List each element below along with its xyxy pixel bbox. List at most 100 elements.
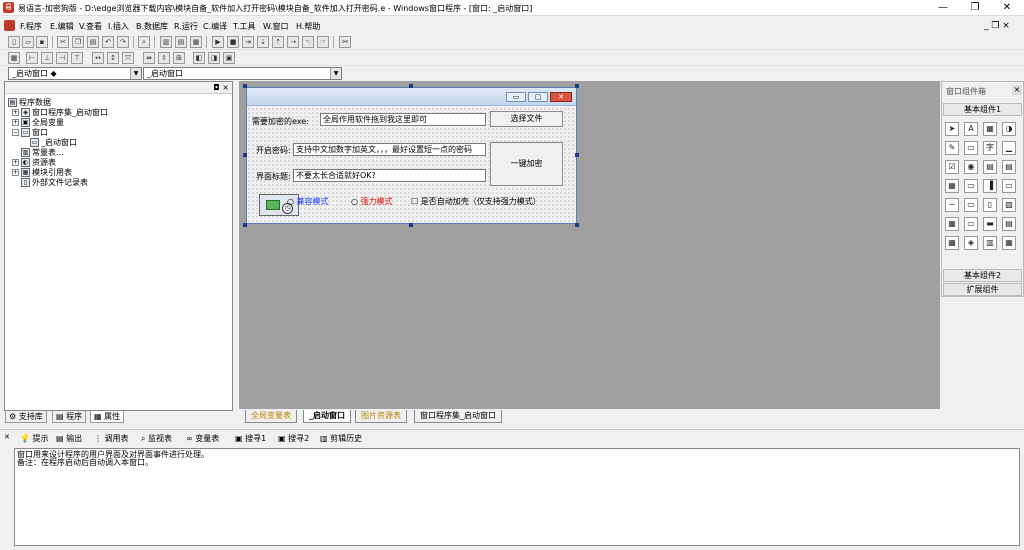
run-to-icon[interactable]: ⇢ <box>287 36 299 48</box>
toolbox-component-icon[interactable]: ▯ <box>983 198 997 212</box>
toolbox-component-icon[interactable]: ▭ <box>964 217 978 231</box>
resize-handle[interactable] <box>243 84 247 88</box>
toolbox-component-icon[interactable]: ▐ <box>983 179 997 193</box>
paste-icon[interactable]: ▤ <box>87 36 99 48</box>
cut-icon[interactable]: ✂ <box>57 36 69 48</box>
tab-image-resources[interactable]: 图片资源表 <box>355 410 407 423</box>
auto-pack-checkbox[interactable]: ☐ 是否自动加壳（仅支持强力模式） <box>411 196 541 207</box>
resize-handle[interactable] <box>575 84 579 88</box>
resize-handle[interactable] <box>409 223 413 227</box>
mdi-controls[interactable]: _ ❐ × <box>984 21 1010 31</box>
restore-button[interactable]: ❐ <box>960 0 990 16</box>
menu-help[interactable]: H.帮助 <box>296 21 320 32</box>
window-title-input[interactable]: 不要太长合适就好OK? <box>293 169 486 182</box>
tab-support-library[interactable]: ⚙ 支持库 <box>5 411 47 423</box>
same-size-icon[interactable]: ⤧ <box>122 52 134 64</box>
lock-icon[interactable]: ▣ <box>223 52 235 64</box>
tree-item-constants[interactable]: ▥ 常量表... <box>21 148 108 158</box>
menu-edit[interactable]: E.编辑 <box>50 21 74 32</box>
tree-item-window-assembly[interactable]: + ◈ 窗口程序集_启动窗口 <box>12 108 108 118</box>
toolbox-component-icon[interactable]: ▁ <box>1002 141 1016 155</box>
tree-item-windows[interactable]: − ▭ 窗口 <box>12 128 108 138</box>
expand-icon[interactable]: + <box>12 159 19 166</box>
designed-form-window[interactable]: ▭ ▢ ✕ 需要加密的exe: 全局作用软件拖到我这里即可 选择文件 开启密码:… <box>246 87 577 224</box>
toolbox-close-icon[interactable]: × <box>1012 85 1022 95</box>
toolbox-component-icon[interactable]: ◉ <box>964 160 978 174</box>
layout3-icon[interactable]: ▦ <box>190 36 202 48</box>
toolbox-component-icon[interactable]: ➤ <box>945 122 959 136</box>
grid-icon[interactable]: ▦ <box>8 52 20 64</box>
front-icon[interactable]: ◧ <box>193 52 205 64</box>
toolbox-component-icon[interactable]: ▦ <box>945 179 959 193</box>
tab-search2[interactable]: ▣ 搜寻2 <box>278 433 309 444</box>
toolbox-component-icon[interactable]: ▬ <box>983 217 997 231</box>
toolbox-component-icon[interactable]: ✎ <box>945 141 959 155</box>
align-center-icon[interactable]: ⊥ <box>41 52 53 64</box>
chevron-down-icon[interactable]: ▼ <box>330 68 341 79</box>
tab-program[interactable]: ▤ 程序 <box>52 411 87 423</box>
stop-icon[interactable]: ■ <box>227 36 239 48</box>
tab-hint[interactable]: 💡 提示 <box>20 433 49 444</box>
chevron-down-icon[interactable]: ▼ <box>130 68 141 79</box>
align-right-icon[interactable]: ⊣ <box>56 52 68 64</box>
expand-icon[interactable]: + <box>12 109 19 116</box>
vspace-icon[interactable]: ⇳ <box>158 52 170 64</box>
window-selector-combo[interactable]: _启动窗口 ◆ ▼ <box>8 67 142 80</box>
toolbox-component-icon[interactable]: ▭ <box>964 141 978 155</box>
toolbox-component-icon[interactable]: ▦ <box>945 217 959 231</box>
menu-compile[interactable]: C.编译 <box>203 21 227 32</box>
layout2-icon[interactable]: ▤ <box>175 36 187 48</box>
redo-icon[interactable]: ↷ <box>117 36 129 48</box>
panel-pin-close[interactable]: ◘ × <box>213 83 229 92</box>
toolbox-component-icon[interactable]: ▦ <box>945 236 959 250</box>
tab-output[interactable]: ▤ 输出 <box>56 433 82 444</box>
tab-properties[interactable]: ▦ 属性 <box>90 411 125 423</box>
hand-icon[interactable]: ☜ <box>302 36 314 48</box>
password-input[interactable]: 支持中文加数字加英文，，，最好设置短一点的密码 <box>293 143 486 156</box>
collapse-icon[interactable]: − <box>12 129 19 136</box>
layout-icon[interactable]: ▥ <box>160 36 172 48</box>
tree-item-startup-window[interactable]: ▭ _启动窗口 <box>30 138 108 148</box>
compat-mode-radio[interactable]: ○ 兼容模式 <box>287 196 329 207</box>
align-left-icon[interactable]: ⊢ <box>26 52 38 64</box>
menu-insert[interactable]: I.插入 <box>108 21 129 32</box>
toolbox-component-icon[interactable]: ─ <box>945 198 959 212</box>
step-icon[interactable]: ⇥ <box>242 36 254 48</box>
toolbox-component-icon[interactable]: ◈ <box>964 236 978 250</box>
toolbox-component-icon[interactable]: 字 <box>983 141 997 155</box>
resize-handle[interactable] <box>575 223 579 227</box>
binoculars-icon[interactable]: ⚯ <box>339 36 351 48</box>
same-height-icon[interactable]: ↕ <box>107 52 119 64</box>
hspace-icon[interactable]: ⇹ <box>143 52 155 64</box>
toolbox-component-icon[interactable]: ▦ <box>1002 236 1016 250</box>
open-folder-icon[interactable]: ▱ <box>22 36 34 48</box>
toolbox-component-icon[interactable]: ▤ <box>1002 217 1016 231</box>
new-file-icon[interactable]: ▯ <box>8 36 20 48</box>
menu-tools[interactable]: T.工具 <box>233 21 255 32</box>
close-button[interactable]: ✕ <box>992 0 1022 16</box>
app-menu-icon[interactable] <box>4 20 15 31</box>
tree-item-program-data[interactable]: ▤ 程序数据 <box>8 98 108 108</box>
resize-handle[interactable] <box>243 153 247 157</box>
menu-run[interactable]: R.运行 <box>174 21 198 32</box>
minimize-button[interactable]: — <box>928 0 958 16</box>
tree-item-module-refs[interactable]: + ▦ 模块引用表 <box>12 168 108 178</box>
center-h-icon[interactable]: ⊞ <box>173 52 185 64</box>
resize-handle[interactable] <box>575 153 579 157</box>
toolbox-component-icon[interactable]: ☑ <box>945 160 959 174</box>
toolbox-component-icon[interactable]: ▭ <box>964 179 978 193</box>
tab-watch-table[interactable]: ⌕ 监视表 <box>141 433 172 444</box>
tab-search1[interactable]: ▣ 搜寻1 <box>235 433 266 444</box>
hint-output-box[interactable]: 窗口用来设计程序的用户界面及对界面事件进行处理。 备注：在程序启动后自动调入本窗… <box>14 448 1020 546</box>
same-width-icon[interactable]: ↔ <box>92 52 104 64</box>
toolbox-component-icon[interactable]: ▨ <box>1002 198 1016 212</box>
tab-startup-window[interactable]: _启动窗口 <box>303 410 351 423</box>
tab-clip-history[interactable]: ▥ 剪辑历史 <box>320 433 362 444</box>
tab-call-table[interactable]: ⋮ 调用表 <box>94 433 129 444</box>
step-out-icon[interactable]: ⇡ <box>272 36 284 48</box>
expand-icon[interactable]: + <box>12 169 19 176</box>
tree-item-external-files[interactable]: ▯ 外部文件记录表 <box>21 178 108 188</box>
toolbox-component-icon[interactable]: ▥ <box>983 236 997 250</box>
toolbox-component-icon[interactable]: ▦ <box>983 122 997 136</box>
exe-path-input[interactable]: 全局作用软件拖到我这里即可 <box>320 113 486 126</box>
